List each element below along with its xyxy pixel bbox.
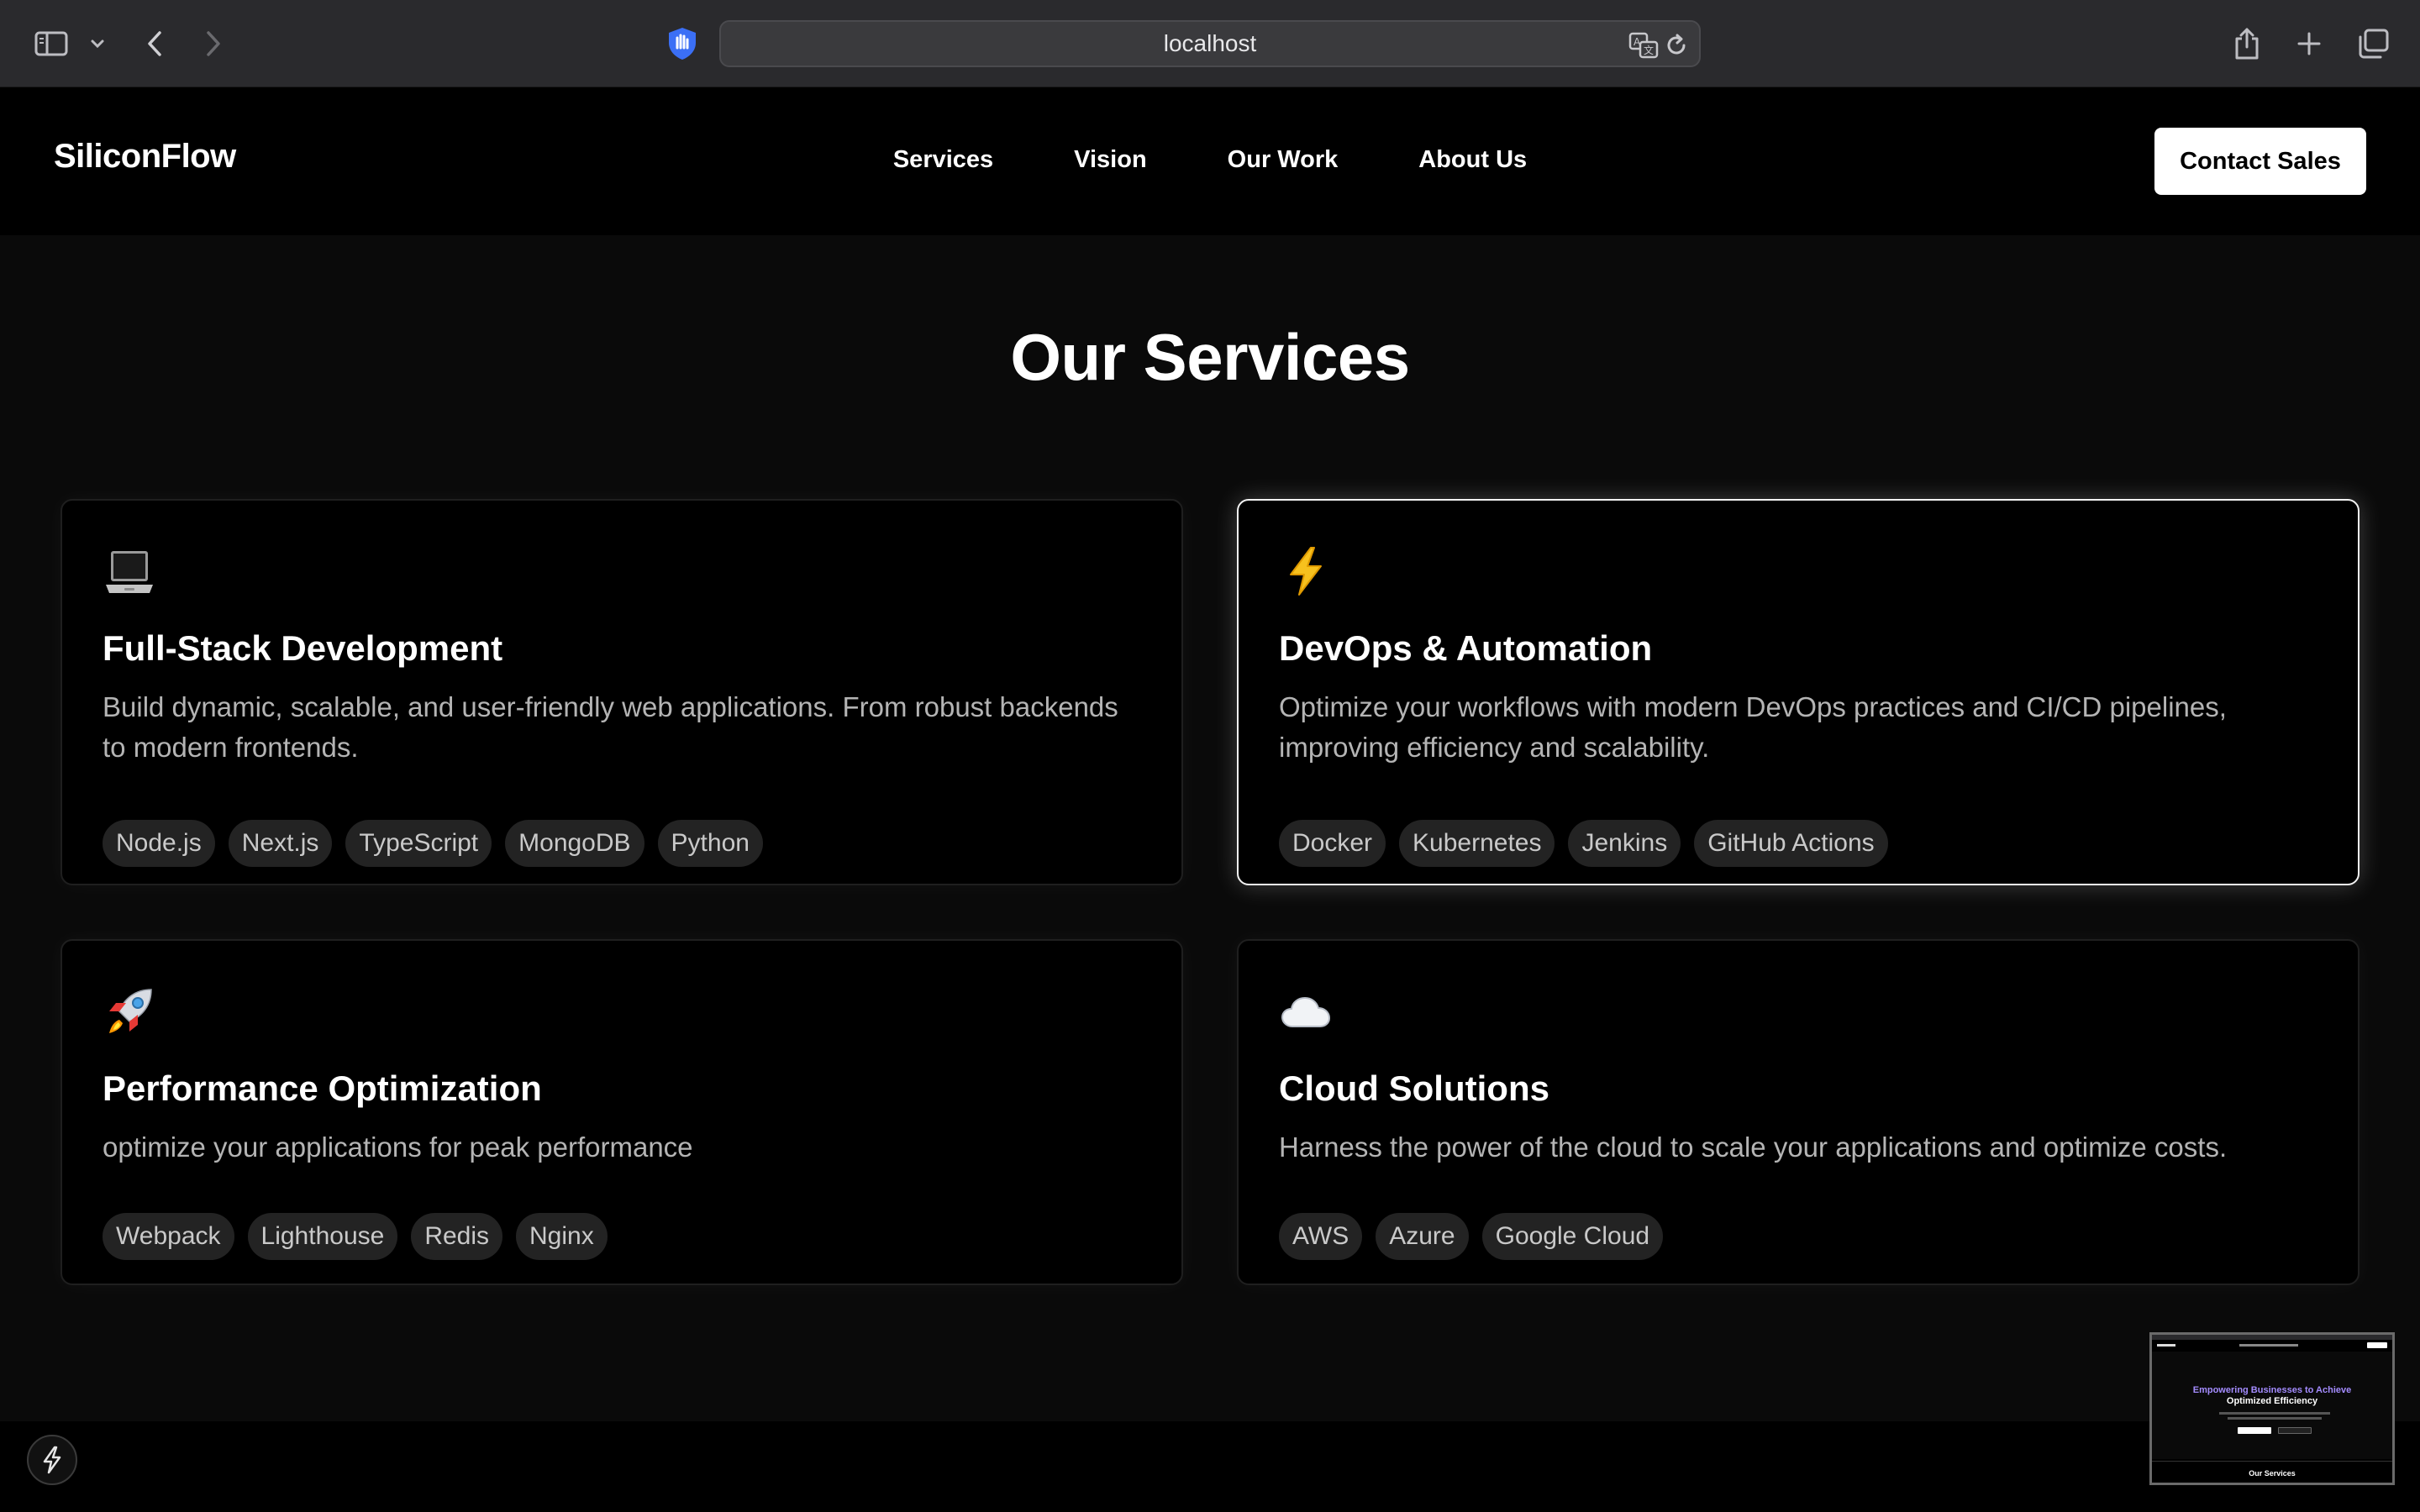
nav-vision[interactable]: Vision [1074, 146, 1147, 174]
service-description: Build dynamic, scalable, and user-friend… [103, 691, 1118, 763]
service-card-cloud[interactable]: Cloud Solutions Harness the power of the… [1237, 939, 2360, 1285]
cloud-icon [1279, 984, 1333, 1038]
dev-tools-button[interactable] [27, 1435, 77, 1485]
tag: Kubernetes [1399, 820, 1555, 867]
laptop-icon [103, 544, 156, 598]
browser-toolbar: localhost A文 [0, 0, 2420, 87]
service-description: Harness the power of the cloud to scale … [1279, 1131, 2228, 1163]
forward-button[interactable] [198, 24, 229, 64]
tag-list: AWS Azure Google Cloud [1279, 1213, 1664, 1260]
rocket-icon [103, 984, 156, 1038]
contact-sales-button[interactable]: Contact Sales [2154, 128, 2366, 195]
service-title: Performance Optimization [103, 1068, 542, 1108]
sidebar-icon[interactable] [32, 24, 71, 64]
chevron-left-icon [148, 31, 161, 56]
preview-header [2152, 1340, 2392, 1352]
service-card-devops[interactable]: DevOps & Automation Optimize your workfl… [1237, 499, 2360, 885]
tag-list: Docker Kubernetes Jenkins GitHub Actions [1279, 820, 1888, 867]
chevron-right-icon [207, 31, 220, 56]
tag: GitHub Actions [1694, 820, 1888, 867]
tag: TypeScript [345, 820, 492, 867]
tab-overview-icon[interactable] [2354, 24, 2391, 64]
nav-about-us[interactable]: About Us [1418, 146, 1527, 174]
lightning-icon [1279, 544, 1333, 598]
preview-hero-heading: Optimized Efficiency [2226, 1396, 2318, 1406]
services-section: Our Services Full-Stack Development Buil… [0, 235, 2420, 1421]
preview-hero-accent: Empowering Businesses to Achieve [2192, 1385, 2352, 1395]
tag-list: Node.js Next.js TypeScript MongoDB Pytho… [103, 820, 763, 867]
chevron-down-icon[interactable] [87, 24, 108, 64]
site-header: SiliconFlow Services Vision Our Work Abo… [0, 87, 2420, 235]
tag: Webpack [103, 1213, 234, 1260]
service-description: optimize your applications for peak perf… [103, 1131, 693, 1163]
tag: Node.js [103, 820, 215, 867]
address-bar[interactable]: localhost A文 [719, 20, 1701, 67]
service-card-performance[interactable]: Performance Optimization optimize your a… [60, 939, 1183, 1285]
plus-icon[interactable] [2292, 24, 2326, 64]
service-title: Full-Stack Development [103, 628, 503, 668]
page-preview-thumbnail[interactable]: Empowering Businesses to Achieve Optimiz… [2149, 1332, 2395, 1485]
translate-icon[interactable]: A文 [1628, 32, 1659, 59]
footer-strip [0, 1421, 2420, 1512]
service-description: Optimize your workflows with modern DevO… [1279, 691, 2227, 763]
svg-text:文: 文 [1644, 44, 1654, 56]
section-title: Our Services [1010, 320, 1410, 394]
nav-services[interactable]: Services [893, 146, 993, 174]
tag: Docker [1279, 820, 1386, 867]
lightning-icon [43, 1446, 61, 1474]
privacy-shield-icon[interactable] [664, 24, 701, 64]
tag: AWS [1279, 1213, 1363, 1260]
reload-icon[interactable] [1664, 32, 1691, 59]
tag: Python [657, 820, 763, 867]
back-button[interactable] [139, 24, 170, 64]
tag: Jenkins [1568, 820, 1681, 867]
url-text: localhost [1163, 30, 1257, 56]
service-card-full-stack[interactable]: Full-Stack Development Build dynamic, sc… [60, 499, 1183, 885]
tag: MongoDB [505, 820, 644, 867]
service-title: DevOps & Automation [1279, 628, 1653, 668]
share-icon[interactable] [2230, 24, 2264, 64]
service-title: Cloud Solutions [1279, 1068, 1549, 1108]
tag: Azure [1376, 1213, 1469, 1260]
tag: Lighthouse [247, 1213, 398, 1260]
preview-section-title: Our Services [2249, 1469, 2296, 1478]
nav-our-work[interactable]: Our Work [1228, 146, 1339, 174]
main-nav: Services Vision Our Work About Us [0, 146, 2420, 174]
tag: Next.js [228, 820, 333, 867]
tag: Redis [411, 1213, 503, 1260]
tag: Nginx [516, 1213, 608, 1260]
tag: Google Cloud [1481, 1213, 1664, 1260]
tag-list: Webpack Lighthouse Redis Nginx [103, 1213, 608, 1260]
